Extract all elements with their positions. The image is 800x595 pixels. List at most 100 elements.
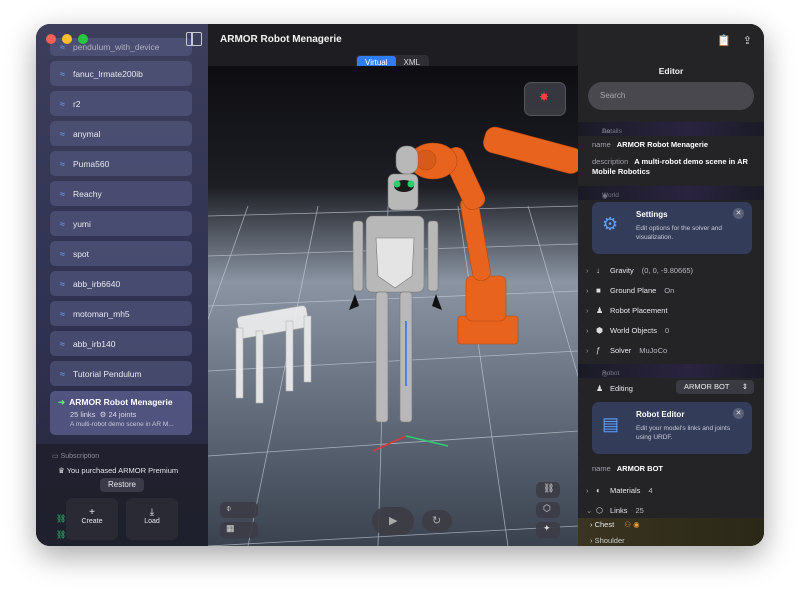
sidebar: ≈ pendulum_with_device ≈ fanuc_lrmate200ib… xyxy=(36,24,208,546)
link-item-chest[interactable]: › Chest ⚇ ◉ xyxy=(590,520,758,536)
3d-scene[interactable] xyxy=(208,66,578,546)
list-item[interactable]: ≈ Reachy xyxy=(50,181,192,206)
list-item[interactable]: ≈ Puma560 xyxy=(50,151,192,176)
sidebar-toggle-icon[interactable] xyxy=(186,32,202,46)
link-item-shoulder[interactable]: › Shoulder xyxy=(590,536,758,546)
minimize-window-button[interactable] xyxy=(62,34,72,44)
reset-button[interactable]: ↻ xyxy=(422,510,452,532)
download-icon: ⤓ xyxy=(149,507,155,518)
eye-icon[interactable]: ◉ xyxy=(633,520,640,529)
arrow-right-icon: ➜ xyxy=(58,397,66,407)
chevron-updown-icon: ⇕ xyxy=(741,382,748,391)
robot-placement-row[interactable]: › ♟ Robot Placement xyxy=(586,302,756,318)
list-item[interactable]: ≈ yumi xyxy=(50,211,192,236)
chevron-right-icon: › xyxy=(586,485,589,495)
robot-list: ≈ pendulum_with_device ≈ fanuc_lrmate200ib… xyxy=(50,24,192,440)
list-item[interactable]: ≈ abb_irb6640 xyxy=(50,271,192,296)
robot-editor-card[interactable]: ▤ Robot Editor Edit your model's links a… xyxy=(592,402,752,454)
lock-icon[interactable]: ⚇ xyxy=(624,520,631,529)
bug-icon: ✸ xyxy=(539,90,550,104)
create-button[interactable]: + Create xyxy=(66,498,118,540)
layout-menu-button[interactable]: ▦ xyxy=(220,522,258,538)
editor-panel: 📋 ⇪ Editor Search Aa Details name ARMOR R… xyxy=(578,24,764,546)
gear-icon: ⚙ xyxy=(602,214,619,234)
viewport-pane: ARMOR Robot Menagerie Virtual XML ✸ ⛓ ⬡ … xyxy=(208,24,578,546)
materials-row[interactable]: › ◐ Materials 4 xyxy=(586,482,756,498)
chevron-right-icon: › xyxy=(586,285,589,295)
person-icon: ♟ xyxy=(596,383,604,393)
wand-icon: ✦ xyxy=(543,523,551,533)
wave-icon: ≈ xyxy=(60,98,65,109)
wave-icon: ≈ xyxy=(60,338,65,349)
details-section-header: Aa Details xyxy=(578,122,764,136)
palette-icon: ◐ xyxy=(596,485,601,495)
load-button[interactable]: ⤓ Load xyxy=(126,498,178,540)
debug-button[interactable]: ✸ xyxy=(524,82,566,116)
gear-icon: ⚙ xyxy=(99,410,107,419)
wave-icon: ≈ xyxy=(60,68,65,79)
reset-icon: ↻ xyxy=(432,515,442,527)
wave-icon: ≈ xyxy=(60,188,65,199)
wave-icon: ≈ xyxy=(60,248,65,259)
links-list: › Chest ⚇ ◉ › Shoulder xyxy=(578,518,764,546)
wave-icon: ≈ xyxy=(60,128,65,139)
editor-title: Editor xyxy=(658,66,684,76)
zoom-window-button[interactable] xyxy=(78,34,88,44)
close-icon[interactable]: ✕ xyxy=(733,408,744,419)
list-item[interactable]: ≈ spot xyxy=(50,241,192,266)
world-section-header: ◉ World xyxy=(578,186,764,200)
camera-menu-button[interactable]: ⌽ xyxy=(220,502,258,518)
grid-icon: ▦ xyxy=(226,523,235,533)
camera-icon: ⌽ xyxy=(226,503,232,513)
restore-button[interactable]: Restore xyxy=(100,478,144,492)
wave-icon: ≈ xyxy=(60,368,65,379)
cube-icon: ⬡ xyxy=(596,505,603,515)
link-icon: ⛓ xyxy=(543,483,555,493)
list-item[interactable]: ≈ motoman_mh5 xyxy=(50,301,192,326)
link-icon: ⛓ xyxy=(56,530,67,539)
page-title: ARMOR Robot Menagerie xyxy=(220,34,342,45)
play-button[interactable]: ▶ xyxy=(372,507,414,535)
list-item[interactable]: ≈ fanuc_lrmate200ib xyxy=(50,61,192,86)
play-icon: ▶ xyxy=(389,515,398,527)
card-icon: ▭ xyxy=(52,453,59,460)
chevron-right-icon: › xyxy=(586,345,589,355)
clipboard-icon: ▤ xyxy=(602,414,620,434)
link-icon: ⛓ xyxy=(56,514,67,523)
list-item[interactable]: ≈ Tutorial Pendulum xyxy=(50,361,192,386)
chevron-down-icon: ⌄ xyxy=(586,505,593,515)
wave-icon: ≈ xyxy=(60,308,65,319)
wave-icon: ≈ xyxy=(60,278,65,289)
close-icon[interactable]: ✕ xyxy=(733,208,744,219)
cube-icon: ⬡ xyxy=(543,503,551,513)
scene-name-row: name ARMOR Robot Menagerie xyxy=(592,140,709,149)
editing-robot-select[interactable]: ARMOR BOT ⇕ xyxy=(676,380,754,394)
list-item[interactable]: ≈ anymal xyxy=(50,121,192,146)
chevron-right-icon: › xyxy=(590,536,593,545)
chevron-right-icon: › xyxy=(586,325,589,335)
wave-icon: ≈ xyxy=(60,218,65,229)
cube-icon: ⬢ xyxy=(596,325,603,335)
clipboard-icon[interactable]: 📋 xyxy=(717,34,731,47)
solver-row[interactable]: › ƒ Solver MuJoCo xyxy=(586,342,756,358)
person-icon: ♟ xyxy=(596,305,604,315)
settings-card[interactable]: ⚙ Settings Edit options for the solver a… xyxy=(592,202,752,254)
scene-description-row: description A multi-robot demo scene in A… xyxy=(592,157,748,176)
list-item-selected[interactable]: ➜ ARMOR Robot Menagerie 25 links ⚙ 24 joi… xyxy=(50,391,192,435)
ground-plane-row[interactable]: › ■ Ground Plane On xyxy=(586,282,756,298)
links-row[interactable]: ⌄ ⬡ Links 25 xyxy=(586,502,756,518)
link-tool-button[interactable]: ⛓ xyxy=(536,482,560,498)
list-item[interactable]: ≈ r2 xyxy=(50,91,192,116)
chevron-right-icon: › xyxy=(586,265,589,275)
gravity-row[interactable]: › ↓ Gravity (0, 0, -9.80665) xyxy=(586,262,756,278)
app-window: ≈ pendulum_with_device ≈ fanuc_lrmate200ib… xyxy=(36,24,764,546)
share-icon[interactable]: ⇪ xyxy=(743,34,752,47)
window-controls xyxy=(46,34,88,44)
search-input[interactable]: Search xyxy=(588,82,754,110)
magic-tool-button[interactable]: ✦ xyxy=(536,522,560,538)
list-item[interactable]: ≈ abb_irb140 xyxy=(50,331,192,356)
cube-tool-button[interactable]: ⬡ xyxy=(536,502,560,518)
world-objects-row[interactable]: › ⬢ World Objects 0 xyxy=(586,322,756,338)
function-icon: ƒ xyxy=(596,345,601,355)
close-window-button[interactable] xyxy=(46,34,56,44)
